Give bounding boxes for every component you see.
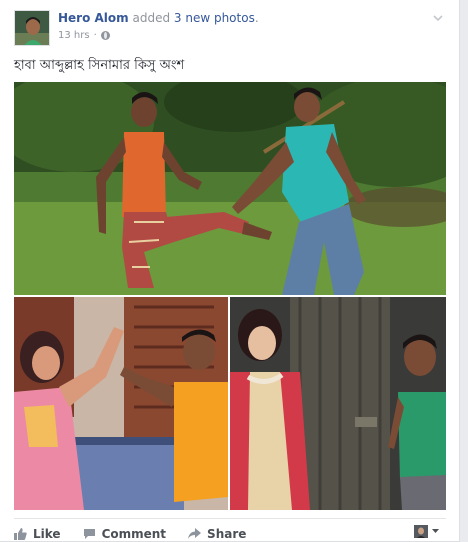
- speech-bubble-icon: [83, 529, 95, 539]
- like-label: Like: [33, 527, 61, 541]
- activity-prefix: added: [128, 11, 174, 25]
- post-photo-main[interactable]: [14, 82, 446, 295]
- comment-label: Comment: [101, 527, 167, 541]
- caret-down-icon: [432, 529, 439, 533]
- post-caption: হাবা আব্দুল্লাহ সিনামার কিসু অংশ: [14, 58, 185, 73]
- post-actions: Like Comment Share: [14, 526, 268, 542]
- current-user-avatar: [414, 524, 428, 538]
- feed-post-card: Hero Alom added 3 new photos. 13 hrs · হ…: [0, 0, 460, 542]
- timestamp-link[interactable]: 13 hrs: [58, 30, 90, 41]
- meta-separator: ·: [93, 30, 97, 41]
- chevron-down-icon: [433, 14, 443, 21]
- post-options-button[interactable]: [432, 12, 444, 24]
- comment-button[interactable]: Comment: [83, 527, 166, 541]
- action-divider: [14, 518, 446, 519]
- author-name-link[interactable]: Hero Alom: [58, 11, 129, 25]
- share-button[interactable]: Share: [188, 527, 246, 541]
- share-arrow-icon: [188, 528, 202, 539]
- author-avatar[interactable]: [14, 10, 50, 46]
- activity-suffix: .: [254, 11, 259, 25]
- post-photo-bottom-right[interactable]: [230, 297, 446, 510]
- post-meta: 13 hrs ·: [58, 30, 110, 41]
- share-label: Share: [207, 527, 247, 541]
- share-as-selector[interactable]: [414, 524, 439, 538]
- post-header: Hero Alom added 3 new photos.: [58, 11, 259, 25]
- thumbs-up-icon: [14, 528, 27, 540]
- photo-count-link[interactable]: 3 new photos: [174, 11, 255, 25]
- like-button[interactable]: Like: [14, 527, 61, 541]
- globe-icon[interactable]: [100, 31, 110, 40]
- post-photo-bottom-left[interactable]: [14, 297, 228, 510]
